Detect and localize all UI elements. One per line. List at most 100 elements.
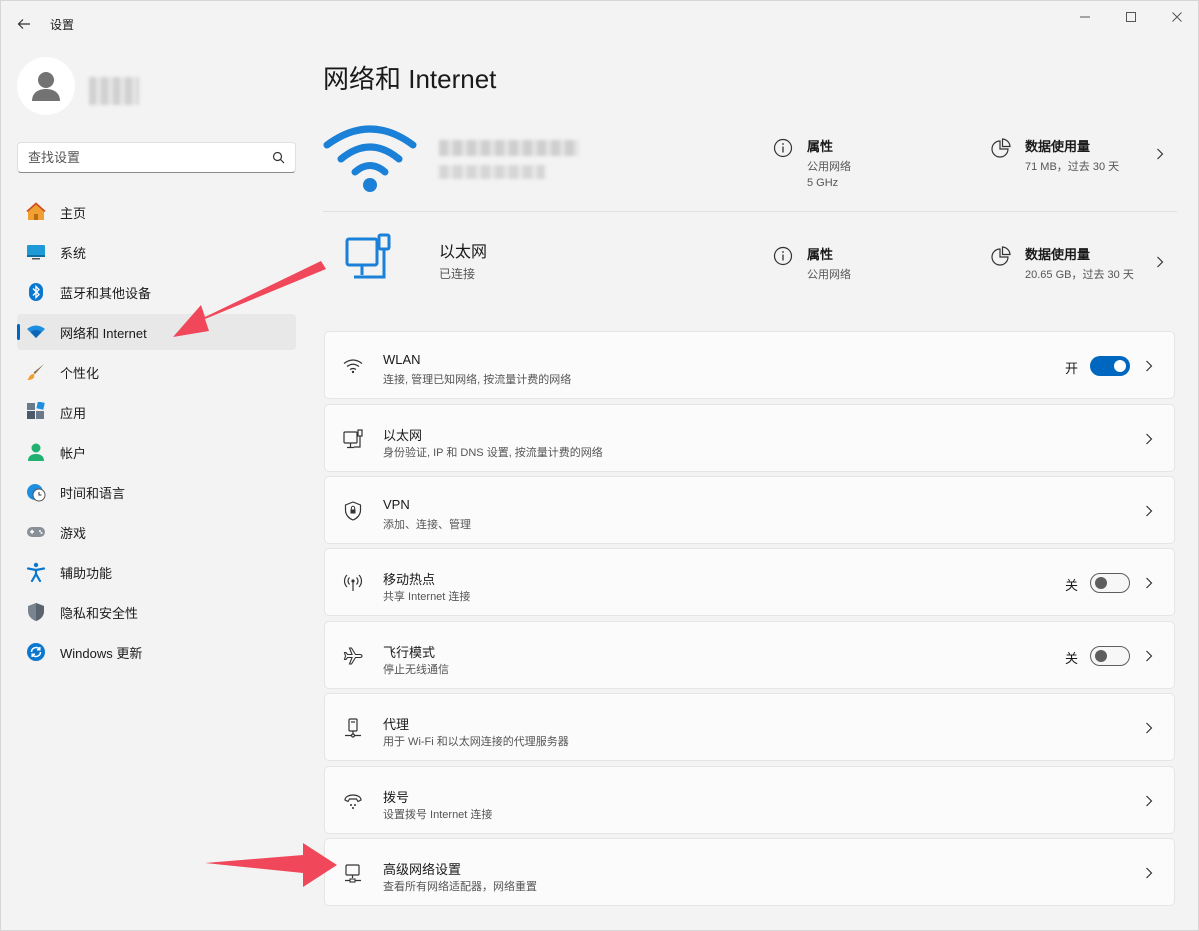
ethernet-status-chevron[interactable] — [1153, 255, 1167, 269]
hotspot-toggle[interactable] — [1090, 573, 1130, 593]
minimize-icon — [1080, 16, 1090, 18]
sidebar-item-privacy[interactable]: 隐私和安全性 — [17, 594, 296, 630]
clock-globe-icon — [26, 482, 46, 502]
network-type: 公用网络 — [807, 269, 851, 281]
ethernet-icon — [343, 429, 363, 449]
sidebar-item-label: 主页 — [60, 205, 87, 221]
advanced-network-icon — [343, 863, 363, 883]
wifi-large-icon — [323, 125, 417, 192]
user-icon — [32, 72, 60, 101]
sidebar-item-system[interactable]: 系统 — [17, 234, 296, 270]
sidebar-item-home[interactable]: 主页 — [17, 194, 296, 230]
sidebar-nav: 主页 系统 蓝牙和其他设备 网络和 Internet 个性化 应用 帐户 时间和… — [17, 194, 296, 674]
proxy-icon — [343, 718, 363, 738]
avatar[interactable] — [17, 57, 75, 115]
sidebar-item-personalization[interactable]: 个性化 — [17, 354, 296, 390]
info-icon — [773, 138, 793, 158]
sidebar-item-label: 个性化 — [60, 365, 100, 381]
airplane-mode-toggle[interactable] — [1090, 646, 1130, 666]
data-usage-value: 20.65 GB，过去 30 天 — [1025, 269, 1134, 281]
advanced-network-settings-card[interactable]: 高级网络设置 查看所有网络适配器，网络重置 — [324, 838, 1175, 906]
sidebar-item-label: 蓝牙和其他设备 — [60, 285, 152, 301]
card-subtitle: 身份验证, IP 和 DNS 设置, 按流量计费的网络 — [383, 447, 603, 459]
system-icon — [26, 242, 46, 262]
card-title: 高级网络设置 — [383, 862, 462, 877]
mobile-hotspot-card[interactable]: 移动热点 共享 Internet 连接 关 — [324, 548, 1175, 616]
dialup-card[interactable]: 拨号 设置拨号 Internet 连接 — [324, 766, 1175, 834]
user-profile[interactable] — [17, 57, 139, 115]
ethernet-data-usage-link[interactable]: 数据使用量 20.65 GB，过去 30 天 — [991, 244, 1134, 283]
card-subtitle: 用于 Wi-Fi 和以太网连接的代理服务器 — [383, 736, 569, 748]
settings-window: 设置 主页 — [0, 0, 1199, 931]
ethernet-connection-status: 已连接 — [439, 267, 476, 281]
sidebar-item-accessibility[interactable]: 辅助功能 — [17, 554, 296, 590]
shield-icon — [26, 602, 46, 622]
wifi-properties-link[interactable]: 属性 公用网络 5 GHz — [773, 136, 851, 191]
card-title: 移动热点 — [383, 572, 436, 587]
chevron-right-icon — [1142, 649, 1156, 663]
ethernet-card[interactable]: 以太网 身份验证, IP 和 DNS 设置, 按流量计费的网络 — [324, 404, 1175, 472]
card-title: 以太网 — [383, 428, 423, 443]
bluetooth-icon — [26, 282, 46, 302]
sidebar-item-label: 应用 — [60, 405, 87, 421]
proxy-card[interactable]: 代理 用于 Wi-Fi 和以太网连接的代理服务器 — [324, 693, 1175, 761]
sidebar-item-accounts[interactable]: 帐户 — [17, 434, 296, 470]
dialup-icon — [343, 791, 363, 811]
sidebar-item-gaming[interactable]: 游戏 — [17, 514, 296, 550]
back-button[interactable] — [13, 13, 35, 35]
card-subtitle: 停止无线通信 — [383, 664, 449, 676]
data-usage-title: 数据使用量 — [1025, 247, 1091, 262]
toggle-state-label: 开 — [1064, 361, 1078, 376]
toggle-knob — [1114, 360, 1126, 372]
wifi-data-usage-link[interactable]: 数据使用量 71 MB，过去 30 天 — [991, 136, 1119, 175]
chevron-right-icon — [1157, 256, 1164, 268]
ethernet-name: 以太网 — [439, 244, 488, 261]
wlan-toggle[interactable] — [1090, 356, 1130, 376]
search-input[interactable] — [18, 143, 258, 172]
card-title: 飞行模式 — [383, 645, 436, 660]
properties-title: 属性 — [807, 247, 834, 262]
card-title: 代理 — [383, 717, 410, 732]
data-usage-value: 71 MB，过去 30 天 — [1025, 161, 1120, 173]
wifi-status-chevron[interactable] — [1153, 147, 1167, 161]
sidebar-item-windows-update[interactable]: Windows 更新 — [17, 634, 296, 670]
apps-icon — [26, 402, 46, 422]
card-subtitle: 查看所有网络适配器，网络重置 — [383, 881, 537, 893]
card-subtitle: 添加、连接、管理 — [383, 519, 471, 531]
close-button[interactable] — [1166, 7, 1188, 27]
user-name-redacted — [89, 77, 139, 105]
annotation-arrow — [205, 843, 337, 887]
sidebar-item-apps[interactable]: 应用 — [17, 394, 296, 430]
search-box[interactable] — [17, 142, 296, 173]
pie-chart-icon — [991, 246, 1011, 266]
card-title: 拨号 — [383, 790, 410, 805]
sidebar-item-time-language[interactable]: 时间和语言 — [17, 474, 296, 510]
sidebar-item-label: 帐户 — [60, 445, 87, 461]
sidebar-item-label: 辅助功能 — [60, 565, 113, 581]
card-subtitle: 设置拨号 Internet 连接 — [383, 809, 493, 821]
maximize-icon — [1126, 12, 1136, 22]
vpn-card[interactable]: VPN 添加、连接、管理 — [324, 476, 1175, 544]
accessibility-icon — [26, 562, 46, 582]
sidebar-item-label: 时间和语言 — [60, 485, 126, 501]
vpn-shield-icon — [343, 501, 363, 521]
maximize-button[interactable] — [1120, 7, 1142, 27]
data-usage-title: 数据使用量 — [1025, 139, 1091, 154]
page-title: 网络和 Internet — [323, 64, 497, 94]
wifi-status-panel: 属性 公用网络 5 GHz 数据使用量 71 MB，过去 30 天 — [323, 116, 1177, 216]
close-icon — [1172, 12, 1182, 22]
minimize-button[interactable] — [1074, 7, 1096, 27]
sidebar-item-network[interactable]: 网络和 Internet — [17, 314, 296, 350]
airplane-mode-card[interactable]: 飞行模式 停止无线通信 关 — [324, 621, 1175, 689]
wifi-icon — [343, 356, 363, 376]
chevron-right-icon — [1142, 576, 1156, 590]
chevron-right-icon — [1142, 794, 1156, 808]
sidebar-item-label: 游戏 — [60, 525, 87, 541]
ethernet-properties-link[interactable]: 属性 公用网络 — [773, 244, 851, 283]
app-title: 设置 — [50, 18, 75, 32]
wlan-card[interactable]: WLAN 连接, 管理已知网络, 按流量计费的网络 开 — [324, 331, 1175, 399]
sidebar-item-bluetooth[interactable]: 蓝牙和其他设备 — [17, 274, 296, 310]
sidebar-item-label: 隐私和安全性 — [60, 605, 139, 621]
card-title: WLAN — [383, 352, 421, 367]
sidebar-item-label: 网络和 Internet — [60, 325, 147, 341]
